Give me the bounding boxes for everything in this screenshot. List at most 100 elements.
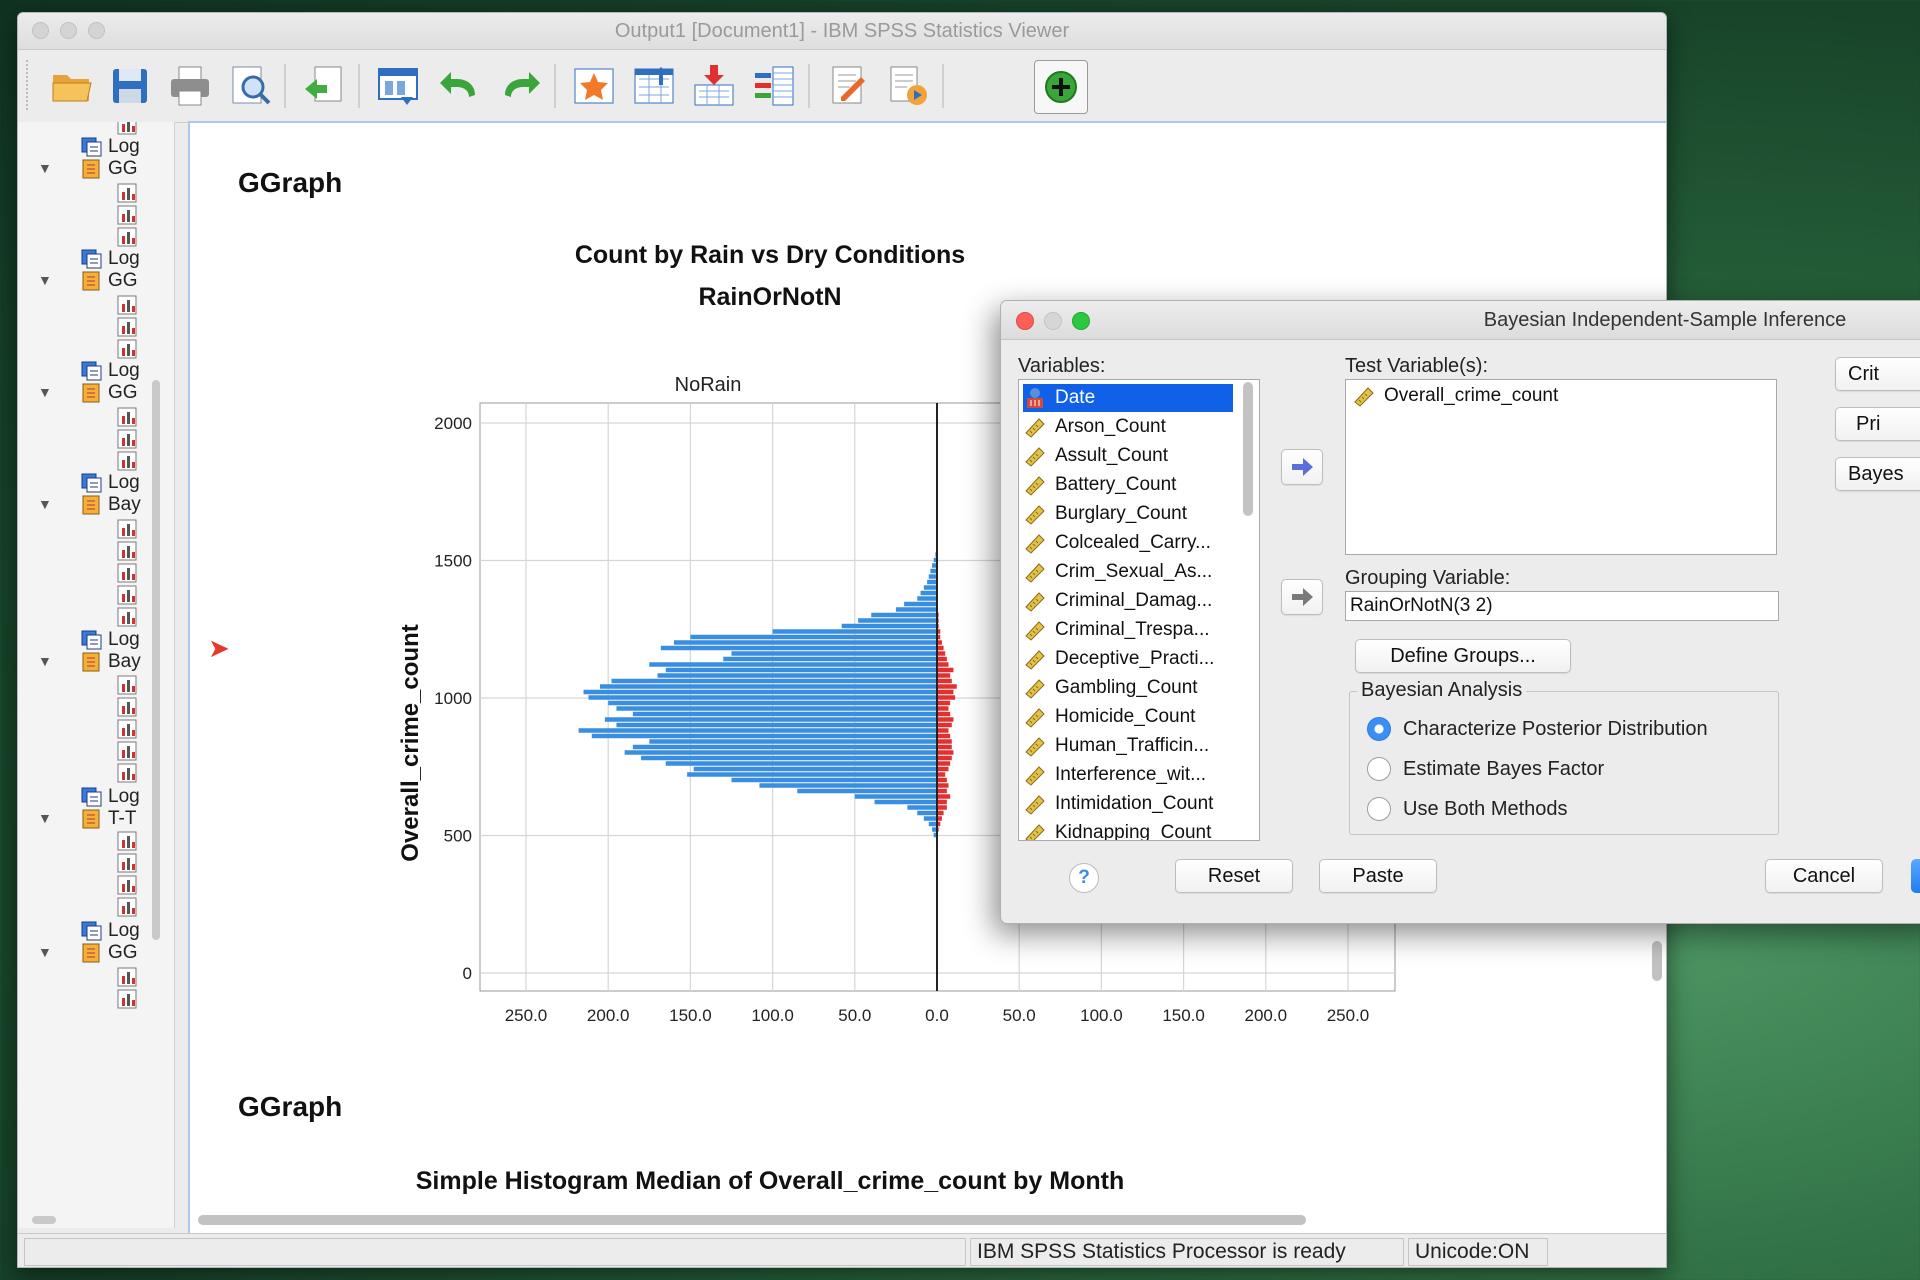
output-heading-ggraph[interactable]: GGraph (238, 167, 342, 199)
norain-bar (917, 596, 937, 601)
norain-bar (858, 618, 937, 623)
test-variables-listbox[interactable]: Overall_crime_count (1345, 379, 1777, 555)
outline-group-item[interactable]: GG (80, 268, 138, 294)
outline-scrollbar[interactable] (152, 380, 160, 940)
print-preview-icon[interactable] (224, 60, 276, 112)
dialog-zoom-button[interactable] (1072, 312, 1090, 330)
outline-group-item[interactable]: GG (80, 380, 138, 406)
outline-group-item[interactable]: GG (80, 940, 138, 966)
grouping-variable-field[interactable]: RainOrNotN(3 2) (1345, 591, 1779, 621)
outline-expand-triangle[interactable]: ▼ (38, 944, 52, 960)
priors-button[interactable]: Pri (1835, 407, 1920, 441)
radio-characterize-posterior[interactable]: Characterize Posterior Distribution (1367, 717, 1708, 741)
variable-item[interactable]: Arson_Count (1023, 413, 1233, 441)
outline-chart-icon[interactable] (116, 336, 140, 362)
norain-bar (917, 810, 937, 816)
bayes-factor-button[interactable]: Bayes (1835, 457, 1920, 491)
variable-item-selected[interactable]: Date (1023, 384, 1233, 412)
redo-icon[interactable] (494, 60, 546, 112)
radio-use-both-methods[interactable]: Use Both Methods (1367, 797, 1568, 821)
outline-group-item[interactable]: Bay (80, 492, 141, 518)
scale-variable-icon (1025, 592, 1045, 612)
y-tick-label: 2000 (434, 414, 472, 433)
variable-item[interactable]: Deceptive_Practi... (1023, 645, 1233, 673)
variable-label: Human_Trafficin... (1055, 735, 1210, 756)
cancel-button[interactable]: Cancel (1765, 859, 1883, 893)
content-hscrollbar[interactable] (198, 1215, 1306, 1225)
variable-item[interactable]: Criminal_Trespa... (1023, 616, 1233, 644)
test-variable-item[interactable]: Overall_crime_count (1352, 382, 1558, 410)
norain-bar (923, 816, 937, 821)
variables-scrollbar[interactable] (1243, 382, 1253, 516)
dialog-close-button[interactable] (1016, 312, 1034, 330)
rain-bar (937, 794, 951, 799)
move-to-grouping-button[interactable] (1281, 579, 1323, 615)
goto-data-icon[interactable] (568, 60, 620, 112)
variable-item[interactable]: Homicide_Count (1023, 703, 1233, 731)
variable-item[interactable]: Interference_wit... (1023, 761, 1233, 789)
variable-item[interactable]: Human_Trafficin... (1023, 732, 1233, 760)
outline-log-icon (81, 921, 102, 941)
print-icon[interactable] (164, 60, 216, 112)
content-vscrollbar[interactable] (1652, 941, 1662, 981)
outline-group-item[interactable]: GG (80, 156, 138, 182)
title-bar[interactable]: Output1 [Document1] - IBM SPSS Statistic… (18, 13, 1666, 50)
variable-item[interactable]: Burglary_Count (1023, 500, 1233, 528)
ok-button[interactable] (1911, 859, 1920, 893)
radio-estimate-bayes-factor[interactable]: Estimate Bayes Factor (1367, 757, 1604, 781)
radio-button[interactable] (1367, 757, 1391, 781)
help-icon[interactable]: ? (1069, 863, 1099, 893)
outline-chart-icon[interactable] (116, 122, 140, 138)
save-icon[interactable] (104, 60, 156, 112)
outline-chart-icon[interactable] (116, 604, 140, 630)
output-heading-ggraph-2[interactable]: GGraph (238, 1091, 342, 1123)
outline-expand-triangle[interactable]: ▼ (38, 653, 52, 669)
dialog-recall-icon[interactable] (372, 60, 424, 112)
goto-variable-icon[interactable] (688, 60, 740, 112)
dialog-minimize-button[interactable] (1044, 312, 1062, 330)
open-icon[interactable] (46, 60, 98, 112)
outline-expand-triangle[interactable]: ▼ (38, 496, 52, 512)
export-icon[interactable] (298, 60, 350, 112)
radio-button[interactable] (1367, 797, 1391, 821)
paste-button[interactable]: Paste (1319, 859, 1437, 893)
variable-item[interactable]: Kidnapping_Count (1023, 819, 1233, 840)
outline-chart-icon[interactable] (116, 986, 140, 1012)
variable-item[interactable]: Gambling_Count (1023, 674, 1233, 702)
toolbar-grip[interactable] (26, 60, 32, 110)
outline-hscrollbar[interactable] (32, 1216, 56, 1224)
designate-window-icon[interactable] (822, 60, 874, 112)
outline-item-label: Log (108, 360, 140, 381)
goto-case-icon[interactable] (628, 60, 680, 112)
variable-item[interactable]: Criminal_Damag... (1023, 587, 1233, 615)
outline-expand-triangle[interactable]: ▼ (38, 160, 52, 176)
outline-book-icon (82, 809, 100, 829)
define-groups-button[interactable]: Define Groups... (1355, 639, 1571, 673)
variable-item[interactable]: Battery_Count (1023, 471, 1233, 499)
variable-item[interactable]: Colcealed_Carry... (1023, 529, 1233, 557)
dialog-title-bar[interactable]: Bayesian Independent-Sample Inference (1001, 301, 1920, 340)
outline-pane[interactable]: Log GG Log GG Log GG Log Bay Log Bay Log T-T Log GG ▼… (18, 122, 175, 1228)
reset-button[interactable]: Reset (1175, 859, 1293, 893)
variables-listbox[interactable]: Date Arson_Count Assult_Count Battery_Count… (1018, 379, 1260, 841)
undo-icon[interactable] (434, 60, 486, 112)
norain-bar (649, 739, 937, 744)
outline-chart-icon[interactable] (116, 894, 140, 920)
criteria-button[interactable]: Crit (1835, 357, 1920, 391)
move-to-test-button[interactable] (1281, 449, 1323, 485)
outline-chart-icon[interactable] (116, 760, 140, 786)
run-script-icon[interactable] (882, 60, 934, 112)
outline-expand-triangle[interactable]: ▼ (38, 810, 52, 826)
variables-icon[interactable] (748, 60, 800, 112)
variable-item[interactable]: Assult_Count (1023, 442, 1233, 470)
outline-expand-triangle[interactable]: ▼ (38, 384, 52, 400)
radio-button-selected[interactable] (1367, 717, 1391, 741)
variable-item[interactable]: Intimidation_Count (1023, 790, 1233, 818)
outline-chart-icon[interactable] (116, 224, 140, 250)
radio-label: Use Both Methods (1403, 797, 1568, 820)
variable-item[interactable]: Crim_Sexual_As... (1023, 558, 1233, 586)
norain-bar (923, 585, 937, 590)
outline-expand-triangle[interactable]: ▼ (38, 272, 52, 288)
add-extension-icon[interactable] (1034, 60, 1088, 114)
outline-chart-icon[interactable] (116, 448, 140, 474)
